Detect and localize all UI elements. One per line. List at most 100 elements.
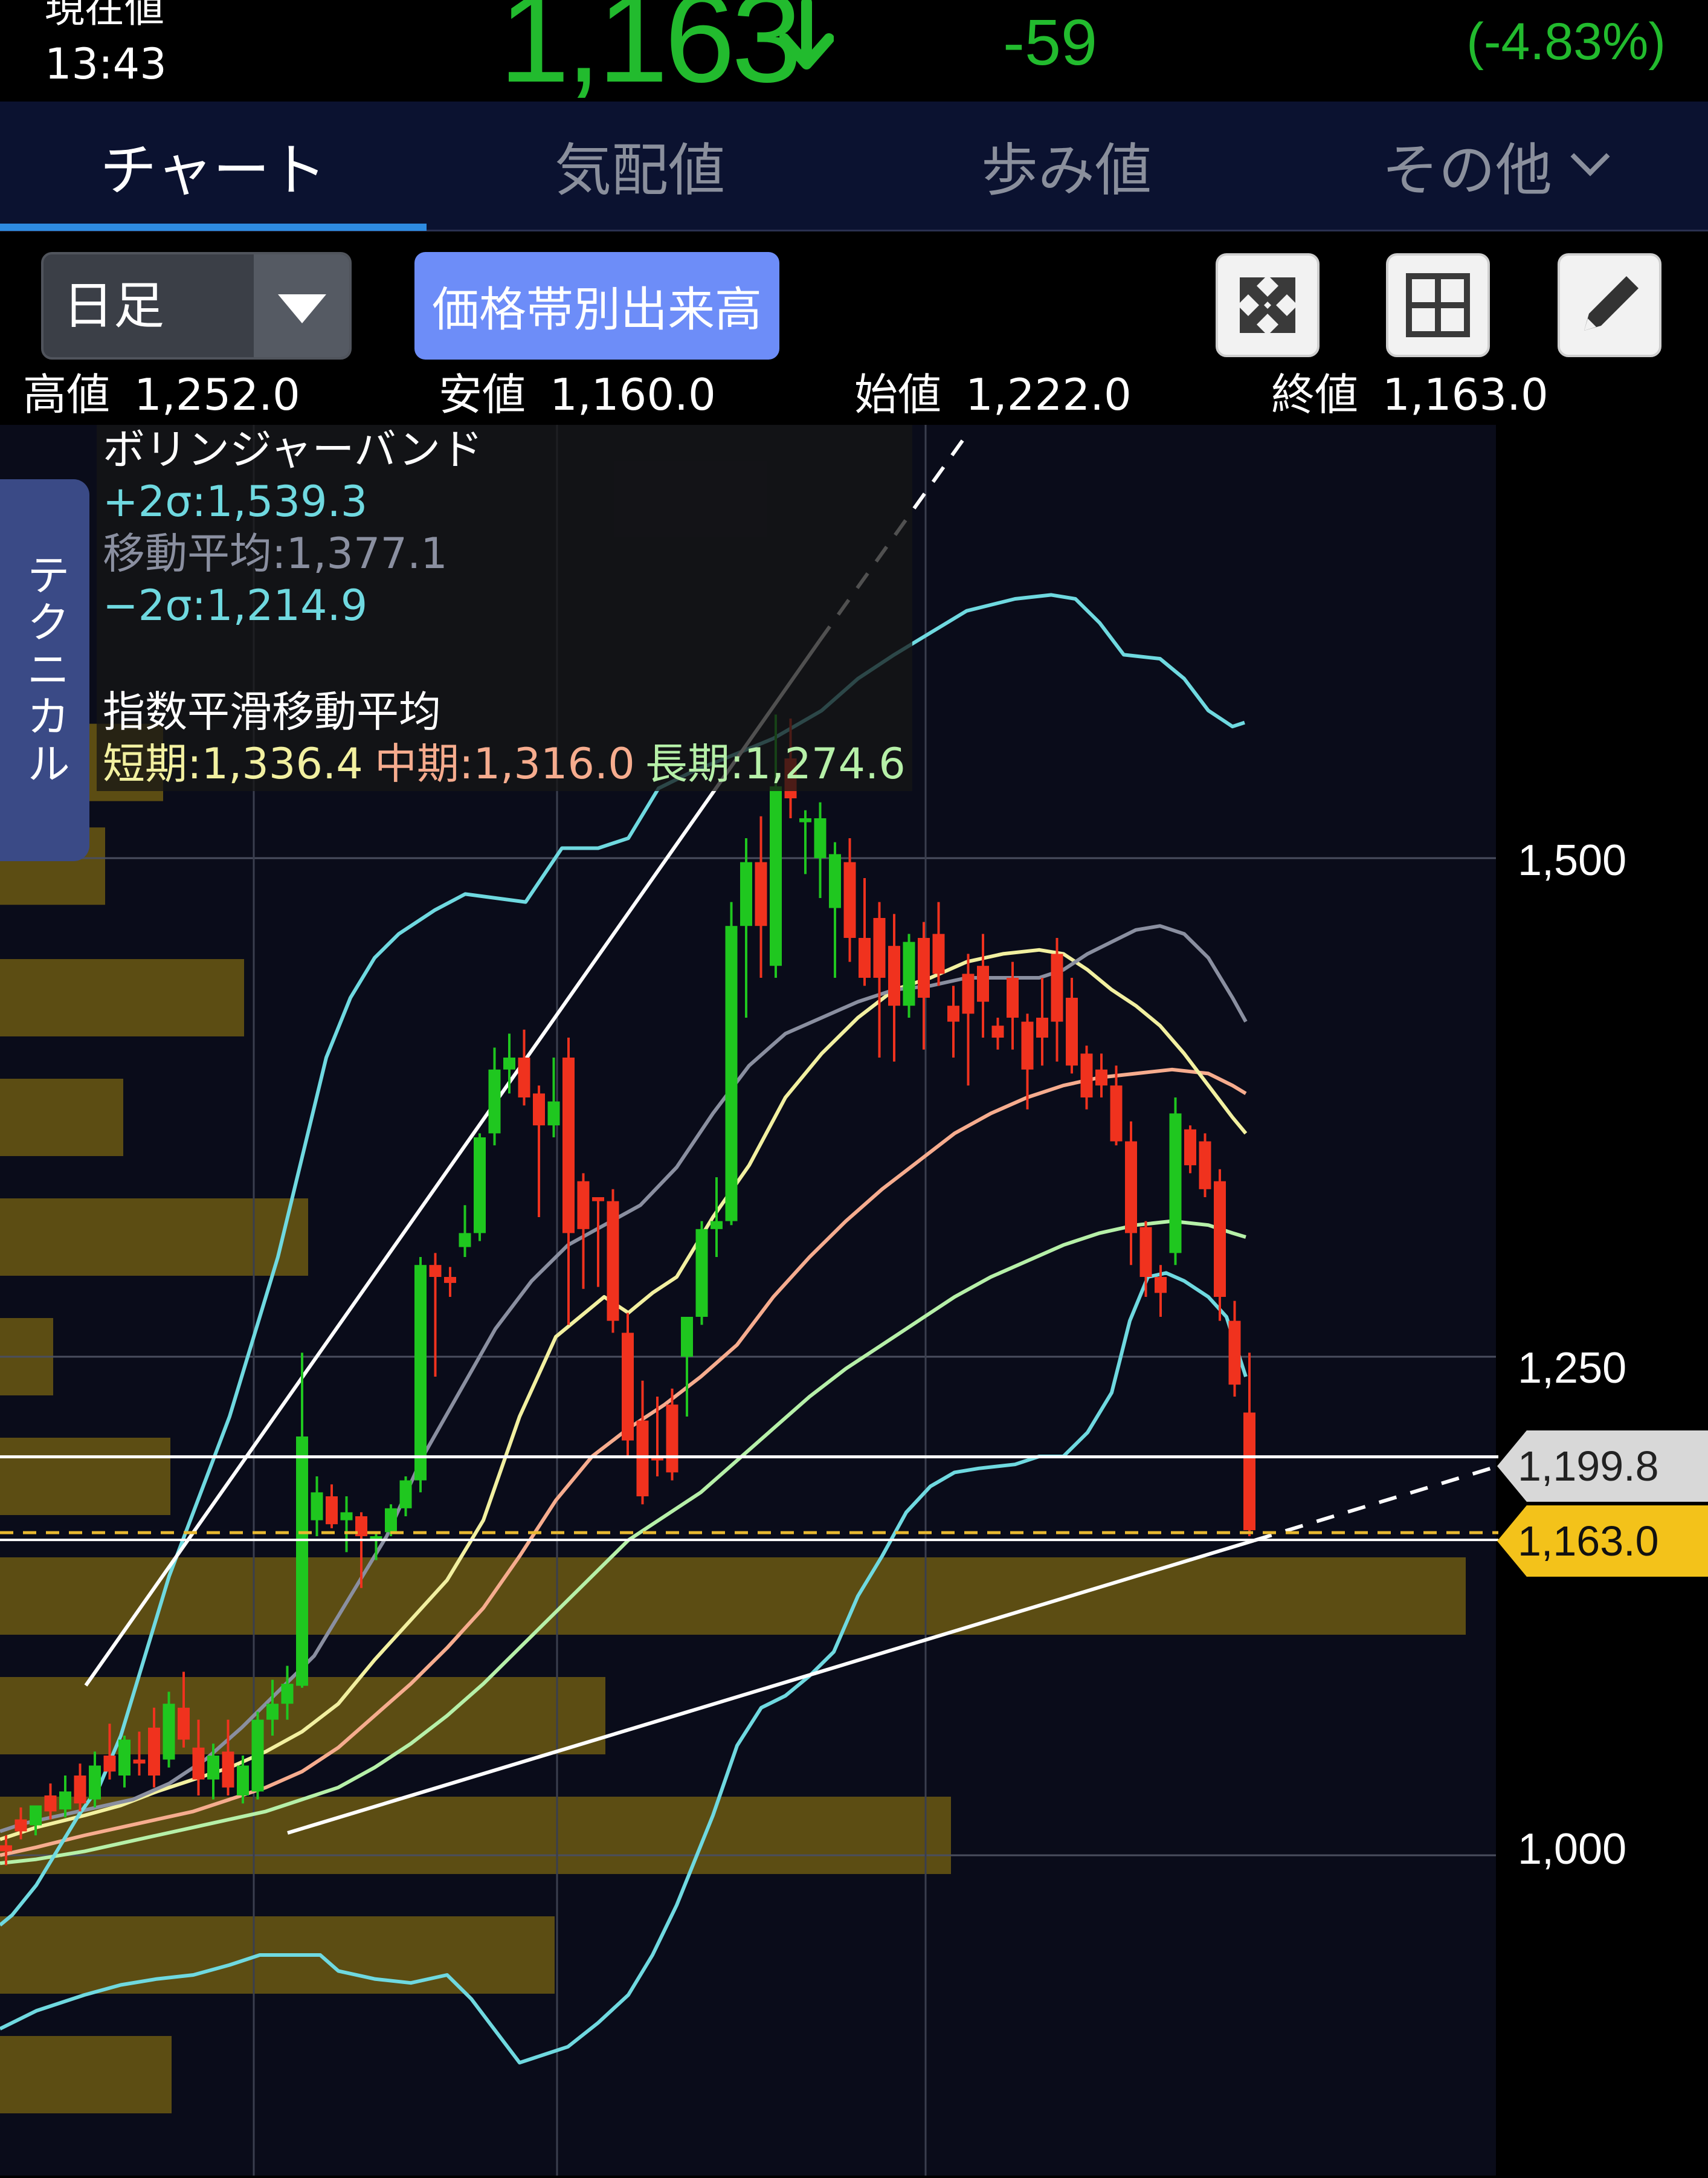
ohlc-open-value: 1,222.0 (965, 369, 1132, 420)
candle-body (44, 1795, 57, 1812)
candle-body (59, 1791, 71, 1810)
candle-body (695, 1229, 708, 1317)
volume-profile-button[interactable]: 価格帯別出来高 (414, 252, 779, 360)
candle-body (533, 1093, 545, 1126)
volume-profile-bar (0, 1438, 170, 1515)
candle-body (30, 1805, 42, 1826)
ohlc-close-label: 終値 (1271, 369, 1359, 420)
candle-body (725, 926, 738, 1221)
candle-body (74, 1776, 86, 1804)
price-chart[interactable]: ボリンジャーバンド +2σ:1,539.3 移動平均:1,377.1 −2σ:1… (0, 425, 1708, 2176)
candle-body (15, 1819, 27, 1832)
candle-body (859, 938, 871, 978)
layout-button[interactable] (1386, 253, 1490, 357)
volume-profile-bar (0, 1198, 308, 1276)
candle-body (814, 818, 827, 858)
candle-body (429, 1265, 442, 1277)
candle-body (207, 1756, 219, 1780)
tab-other-label: その他 (1381, 138, 1552, 204)
candle-body (1080, 1053, 1093, 1097)
candle-body (977, 966, 989, 1002)
candle-body (414, 1265, 427, 1481)
ohlc-high: 高値 1,252.0 (23, 364, 300, 425)
technical-tab[interactable]: テクニカル (0, 479, 89, 861)
candle-body (1228, 1320, 1241, 1385)
candle-body (503, 1058, 515, 1070)
draw-button[interactable] (1558, 253, 1661, 357)
candle-body (843, 862, 856, 938)
candle-body (178, 1707, 190, 1740)
volume-profile-bar (0, 1557, 1466, 1635)
candle-body (1021, 1021, 1034, 1070)
candle-body (547, 1101, 560, 1126)
line-price-tag: 1,199.8 (1497, 1430, 1708, 1502)
candle-body (148, 1727, 160, 1776)
expand-button[interactable] (1216, 253, 1320, 357)
candle-body (0, 1845, 12, 1852)
candle-body (1199, 1141, 1211, 1189)
candle-body (266, 1704, 279, 1720)
candle-body (222, 1751, 234, 1788)
grid-icon (1406, 273, 1470, 337)
tab-ticks[interactable]: 歩み値 (853, 102, 1280, 230)
ohlc-low: 安値 1,160.0 (439, 364, 716, 425)
candle-body (1139, 1227, 1152, 1277)
ohlc-close: 終値 1,163.0 (1271, 364, 1548, 425)
candle-body (562, 1058, 575, 1233)
candle-body (888, 946, 900, 1006)
legend-bb-title: ボリンジャーバンド (103, 425, 483, 474)
candle-body (947, 1006, 959, 1022)
candle-body (1007, 978, 1019, 1018)
candle-body (326, 1496, 338, 1525)
ohlc-close-value: 1,163.0 (1382, 369, 1548, 420)
technical-tab-label: テクニカル (19, 552, 70, 788)
tab-chart-label: チャート (100, 138, 327, 204)
ohlc-open: 始値 1,222.0 (854, 364, 1132, 425)
candle-body (592, 1197, 604, 1201)
tab-ticks-label: 歩み値 (981, 138, 1152, 204)
expand-icon (1240, 277, 1295, 333)
candle-body (577, 1181, 590, 1229)
ohlc-high-value: 1,252.0 (134, 369, 300, 420)
candle-body (1169, 1113, 1182, 1253)
candle-body (666, 1404, 678, 1473)
tab-chart[interactable]: チャート (0, 102, 427, 231)
candle-body (1125, 1141, 1137, 1233)
candle-body (399, 1480, 412, 1508)
period-select[interactable]: 日足 (41, 252, 352, 360)
quote-time: 13:43 (45, 39, 167, 89)
candle-body (607, 1201, 619, 1321)
volume-profile-bar (0, 2036, 172, 2113)
candle-body (1110, 1085, 1123, 1142)
ohlc-low-label: 安値 (439, 369, 526, 420)
tab-quotes[interactable]: 気配値 (427, 102, 853, 230)
candle-body (89, 1765, 101, 1800)
candle-body (133, 1759, 146, 1764)
candle-body (1184, 1129, 1196, 1166)
candle-body (918, 938, 930, 998)
chart-toolbar: 日足 価格帯別出来高 高値 1,252.0 安値 1,160.0 始値 1,222.0… (0, 231, 1708, 425)
tab-quotes-label: 気配値 (554, 138, 725, 204)
tab-other[interactable]: その他 (1280, 102, 1706, 230)
candle-body (636, 1420, 649, 1496)
candle-body (755, 862, 767, 926)
candle-body (474, 1137, 486, 1233)
chevron-down-icon (1570, 137, 1610, 176)
candle-body (237, 1765, 249, 1795)
legend-bb-upper: +2σ:1,539.3 (103, 477, 368, 526)
dropdown-arrow-icon (254, 254, 349, 357)
candle-body (296, 1436, 308, 1686)
volume-profile-bar (0, 1079, 123, 1156)
current-price-tag: 1,163.0 (1497, 1505, 1708, 1577)
legend-ema-long: 長期:1,274.6 (645, 739, 906, 789)
candle-body (829, 854, 841, 908)
price-change: -59 (1003, 5, 1098, 79)
legend-bb-mid: 移動平均:1,377.1 (103, 529, 448, 578)
candle-body (1066, 998, 1078, 1066)
candle-body (1036, 1018, 1048, 1038)
price-change-percent: (-4.83%) (1466, 13, 1666, 71)
candle-body (459, 1233, 471, 1247)
candle-body (103, 1756, 116, 1772)
legend-ema-short: 短期:1,336.4 (103, 739, 363, 789)
candle-body (1243, 1412, 1255, 1531)
